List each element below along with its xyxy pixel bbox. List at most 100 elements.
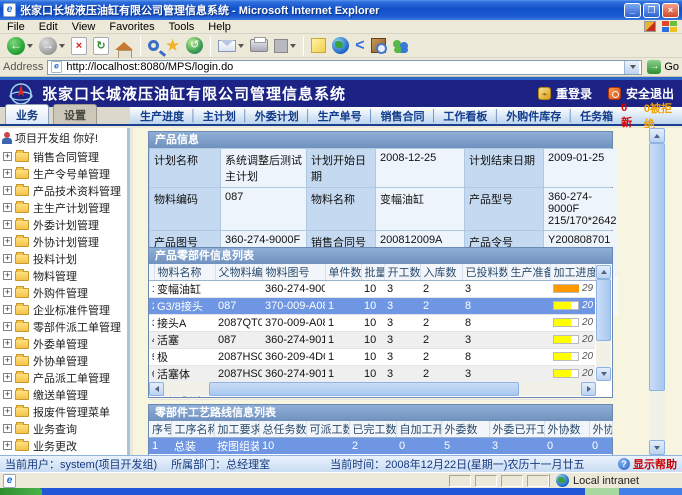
sidebar-item-prod-order[interactable]: +生产令号单管理 bbox=[0, 165, 127, 182]
expand-icon[interactable]: + bbox=[3, 322, 12, 331]
table-scroll-right[interactable] bbox=[581, 382, 596, 396]
nav-outsourcing-plan[interactable]: 外委计划 bbox=[255, 108, 299, 124]
mail-button[interactable] bbox=[218, 40, 244, 52]
go-button[interactable]: → Go bbox=[647, 60, 679, 74]
sidebar-item-business-query[interactable]: +业务查询 bbox=[0, 420, 127, 437]
relogin-button[interactable]: ⌁ 重登录 bbox=[538, 85, 592, 102]
tab-settings[interactable]: 设置 bbox=[53, 104, 97, 124]
minimize-button[interactable]: _ bbox=[624, 3, 641, 18]
address-dropdown[interactable] bbox=[624, 61, 639, 74]
sidebar-item-purchased-parts[interactable]: +外购件管理 bbox=[0, 284, 127, 301]
expand-icon[interactable]: + bbox=[3, 237, 12, 246]
expand-icon[interactable]: + bbox=[3, 288, 12, 297]
menu-edit[interactable]: Edit bbox=[32, 21, 65, 33]
badge-rejected-tasks[interactable]: 0被拒绝 bbox=[644, 100, 682, 132]
parts-list-panel: 产品零部件信息列表 物料名称父物料编码 物料图号单件数量 批量开工数 入库数已投… bbox=[148, 247, 613, 398]
parts-row-1[interactable]: 1变幅油缸360-274-9000F10323 29 % bbox=[149, 281, 595, 298]
expand-icon[interactable]: + bbox=[3, 339, 12, 348]
quicklink-button[interactable]: < bbox=[355, 38, 364, 54]
menu-help[interactable]: Help bbox=[201, 21, 238, 33]
sidebar-item-master-plan[interactable]: +主生产计划管理 bbox=[0, 199, 127, 216]
expand-icon[interactable]: + bbox=[3, 356, 12, 365]
sidebar-item-outsourcing-order[interactable]: +外委单管理 bbox=[0, 335, 127, 352]
sidebar-item-product-dispatch[interactable]: +产品派工单管理 bbox=[0, 369, 127, 386]
parts-row-3[interactable]: 3接头A2087QT002370-009-A0850110328 20 % bbox=[149, 315, 595, 332]
expand-icon[interactable]: + bbox=[3, 390, 12, 399]
nav-master-plan[interactable]: 主计划 bbox=[203, 108, 236, 124]
stop-button[interactable]: × bbox=[71, 37, 87, 55]
menu-tools[interactable]: Tools bbox=[162, 21, 202, 33]
sidebar-item-sales-contract[interactable]: +销售合同管理 bbox=[0, 148, 127, 165]
expand-icon[interactable]: + bbox=[3, 169, 12, 178]
show-help-link[interactable]: ? 显示帮助 bbox=[618, 456, 677, 472]
page-scroll-up[interactable] bbox=[649, 128, 665, 143]
sidebar-item-tech-data[interactable]: +产品技术资料管理 bbox=[0, 182, 127, 199]
nav-production-progress[interactable]: 生产进度 bbox=[140, 108, 184, 124]
expand-icon[interactable]: + bbox=[3, 254, 12, 263]
nav-sales-contract[interactable]: 销售合同 bbox=[381, 108, 425, 124]
menu-favorites[interactable]: Favorites bbox=[102, 21, 161, 33]
expand-icon[interactable]: + bbox=[3, 424, 12, 433]
page-scroll-down[interactable] bbox=[649, 440, 665, 455]
notes-button[interactable] bbox=[311, 38, 326, 53]
table-scroll-up[interactable] bbox=[596, 265, 611, 279]
progress-bar: 20 % bbox=[553, 317, 595, 328]
close-button[interactable]: × bbox=[662, 3, 679, 18]
tab-business[interactable]: 业务 bbox=[5, 104, 49, 124]
parts-row-6[interactable]: 6活塞体2087HS002360-274-9011W110323 20 % bbox=[149, 366, 595, 383]
sidebar-item-outsourcing-plan[interactable]: +外委计划管理 bbox=[0, 216, 127, 233]
menu-bar: File Edit View Favorites Tools Help bbox=[0, 20, 682, 34]
back-button[interactable]: ← bbox=[7, 37, 33, 55]
parts-row-5[interactable]: 5极2087HS002360-209-4D010110328 20 % bbox=[149, 349, 595, 366]
menu-view[interactable]: View bbox=[65, 21, 103, 33]
table-hscroll-thumb[interactable] bbox=[209, 382, 519, 396]
parts-row-4[interactable]: 4活塞087360-274-9010F110323 20 % bbox=[149, 332, 595, 349]
favorites-button[interactable]: ★ bbox=[165, 37, 180, 54]
sidebar-item-coop-order[interactable]: +外协单管理 bbox=[0, 352, 127, 369]
home-button[interactable] bbox=[115, 42, 133, 50]
expand-icon[interactable]: + bbox=[3, 441, 12, 450]
print-button[interactable] bbox=[250, 39, 268, 52]
nav-work-board[interactable]: 工作看板 bbox=[443, 108, 487, 124]
expand-icon[interactable]: + bbox=[3, 271, 12, 280]
expand-icon[interactable]: + bbox=[3, 305, 12, 314]
taskbar[interactable] bbox=[0, 488, 682, 495]
sidebar-item-standard-parts[interactable]: +企业标准件管理 bbox=[0, 301, 127, 318]
sidebar-item-material-mgmt[interactable]: +物料管理 bbox=[0, 267, 127, 284]
table-scroll-left[interactable] bbox=[149, 382, 164, 396]
refresh-button[interactable]: ↻ bbox=[93, 37, 109, 55]
history-button[interactable]: ↺ bbox=[186, 37, 203, 54]
menu-file[interactable]: File bbox=[0, 21, 32, 33]
sidebar-item-scrap-mgmt[interactable]: +报废件管理菜单 bbox=[0, 403, 127, 420]
expand-icon[interactable]: + bbox=[3, 373, 12, 382]
parts-row-2-selected[interactable]: 2G3/8接头087370-009-A0840110328 20 % bbox=[149, 298, 595, 315]
maximize-button[interactable]: ❐ bbox=[643, 3, 660, 18]
badge-new-tasks[interactable]: 0新 bbox=[621, 102, 638, 130]
nav-purchased-stock[interactable]: 外购件库存 bbox=[506, 108, 561, 124]
web-button[interactable] bbox=[332, 37, 349, 54]
table-vscroll-thumb[interactable] bbox=[596, 279, 611, 341]
sidebar-item-part-dispatch[interactable]: +零部件派工单管理 bbox=[0, 318, 127, 335]
nav-task-box[interactable]: 任务箱 bbox=[580, 108, 613, 124]
search-button[interactable] bbox=[148, 40, 159, 51]
go-label: Go bbox=[664, 61, 679, 73]
sidebar-item-business-change[interactable]: +业务更改 bbox=[0, 437, 127, 454]
forward-button[interactable]: → bbox=[39, 37, 65, 55]
nav-production-order[interactable]: 生产单号 bbox=[318, 108, 362, 124]
page-vscroll-thumb[interactable] bbox=[649, 143, 665, 391]
address-input[interactable] bbox=[63, 61, 624, 74]
sidebar-item-delivery-note[interactable]: +缴送单管理 bbox=[0, 386, 127, 403]
process-row-1-selected[interactable]: 1总装按图组装 102 053 00 bbox=[149, 438, 612, 455]
research-button[interactable] bbox=[371, 38, 386, 53]
sidebar-item-coop-plan[interactable]: +外协计划管理 bbox=[0, 233, 127, 250]
expand-icon[interactable]: + bbox=[3, 152, 12, 161]
sidebar-item-feeding-plan[interactable]: +投料计划 bbox=[0, 250, 127, 267]
messenger-button[interactable] bbox=[392, 38, 410, 54]
expand-icon[interactable]: + bbox=[3, 220, 12, 229]
expand-icon[interactable]: + bbox=[3, 407, 12, 416]
expand-icon[interactable]: + bbox=[3, 203, 12, 212]
expand-icon[interactable]: + bbox=[3, 186, 12, 195]
table-scroll-down[interactable] bbox=[596, 367, 611, 381]
start-button-fragment[interactable] bbox=[0, 488, 42, 495]
edit-button[interactable] bbox=[274, 39, 296, 53]
